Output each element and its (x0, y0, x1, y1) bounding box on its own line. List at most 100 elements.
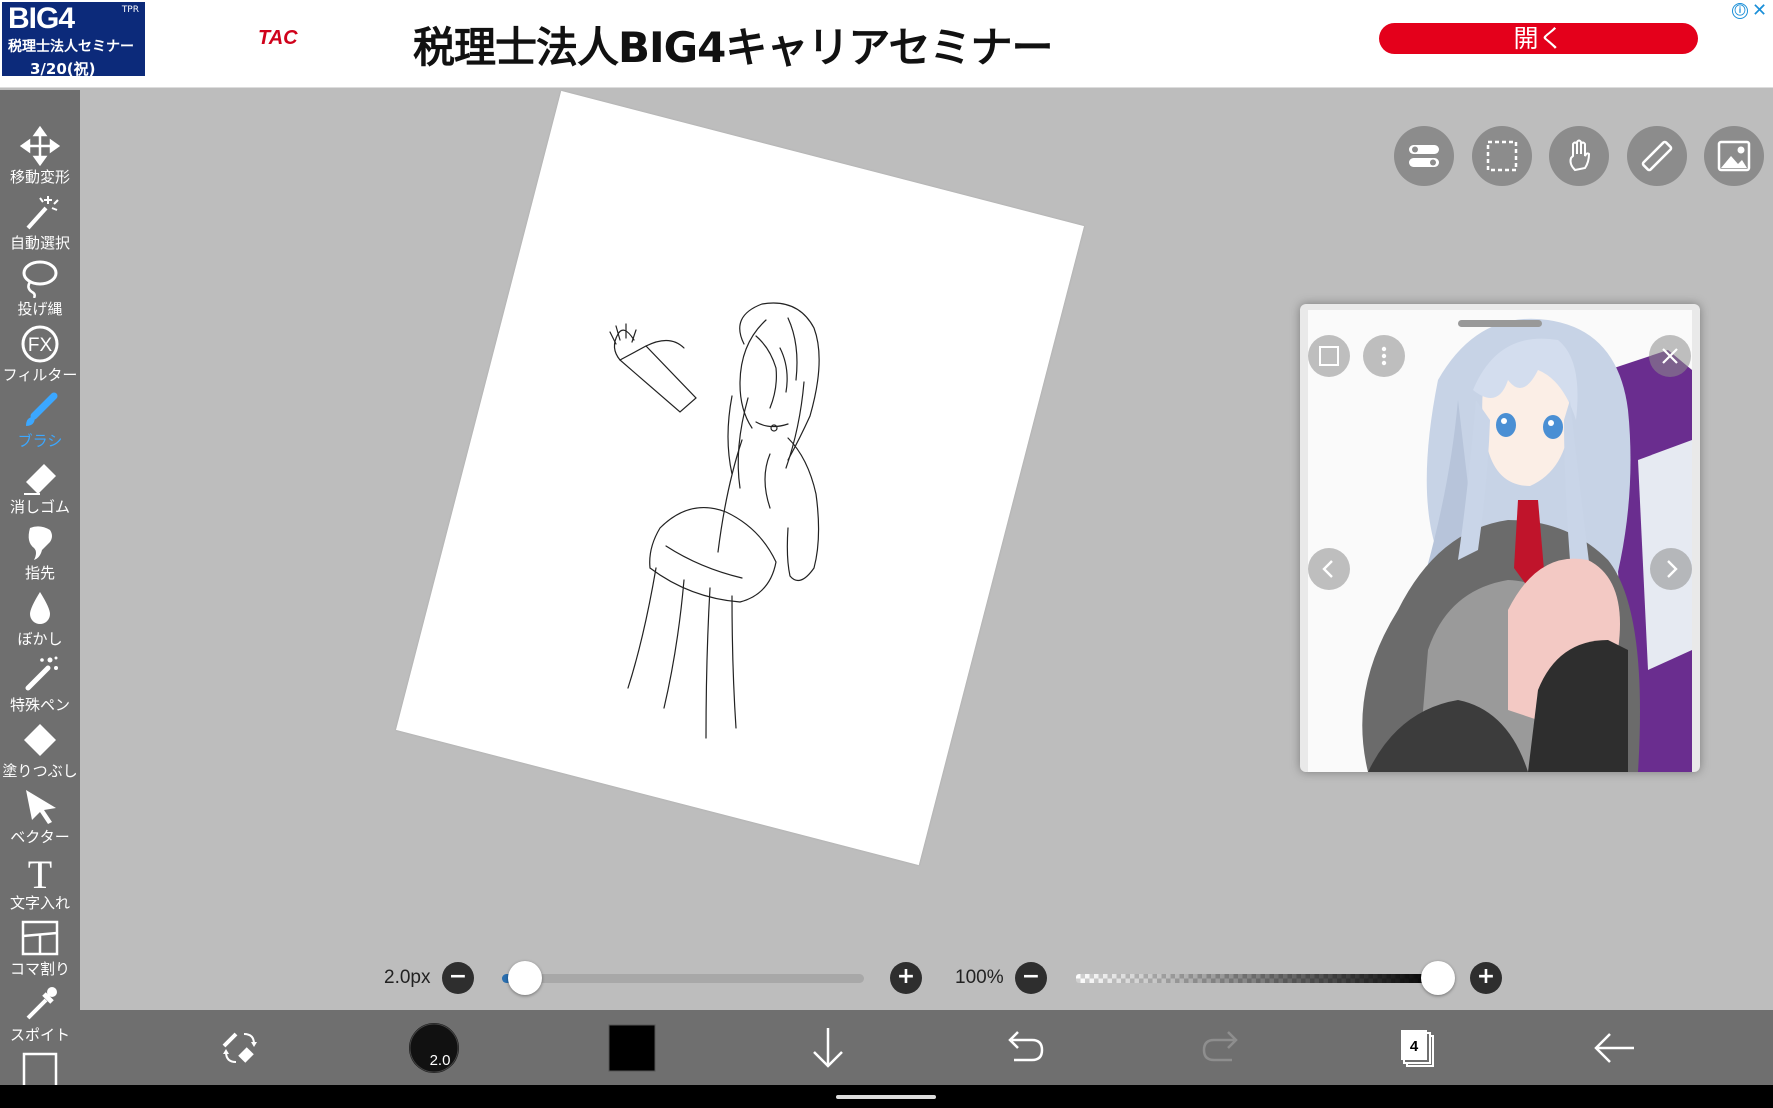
tool-label: ブラシ (17, 432, 63, 450)
reference-close-button[interactable] (1649, 335, 1691, 377)
redo-button[interactable] (1196, 1022, 1248, 1074)
reference-next-button[interactable] (1650, 548, 1692, 590)
selection-icon (1486, 140, 1518, 172)
ad-open-button[interactable]: 開く (1379, 23, 1698, 54)
move-icon (20, 126, 60, 166)
selection-button[interactable] (1472, 126, 1532, 186)
layer-toggle-button[interactable] (1394, 126, 1454, 186)
system-nav-bar (0, 1085, 1773, 1108)
ruler-icon (1641, 140, 1673, 172)
ad-headline[interactable]: 税理士法人BIG4キャリアセミナー (413, 14, 1053, 75)
reference-image-button[interactable] (1704, 126, 1764, 186)
tool-lasso[interactable]: 投げ縄 (0, 256, 80, 322)
reference-fit-button[interactable] (1308, 335, 1350, 377)
tool-frame-divider[interactable]: コマ割り (0, 916, 80, 982)
square-icon (1319, 346, 1339, 366)
tool-move-transform[interactable]: 移動変形 (0, 124, 80, 190)
chevron-left-icon (1322, 560, 1333, 578)
brush-preview-button[interactable]: 2.0 (408, 1022, 460, 1074)
tool-finger[interactable]: 指先 (0, 520, 80, 586)
bottom-toolbar: 2.0 4 (80, 1010, 1773, 1085)
tool-label: ぼかし (17, 630, 63, 648)
brush-size-slider[interactable] (502, 974, 864, 983)
opacity-decrease-button[interactable]: − (1015, 962, 1047, 994)
layer-count: 4 (1410, 1038, 1419, 1055)
reference-menu-button[interactable] (1363, 335, 1405, 377)
tool-blur[interactable]: ぼかし (0, 586, 80, 652)
ad-banner[interactable]: BIG4 TPR 税理士法人セミナー 3/20(祝) TAC 税理士法人BIG4… (0, 0, 1773, 88)
bucket-icon (24, 724, 56, 756)
brush-size-increase-button[interactable]: + (890, 962, 922, 994)
layers-button[interactable]: 4 (1391, 1022, 1443, 1074)
blur-icon (30, 592, 50, 624)
tool-brush[interactable]: ブラシ (0, 388, 80, 454)
eraser-icon (24, 464, 56, 495)
tool-label: 特殊ペン (9, 696, 70, 714)
home-indicator[interactable] (836, 1095, 936, 1099)
ad-thumb-subtitle: 税理士法人セミナー (8, 39, 134, 55)
ruler-button[interactable] (1627, 126, 1687, 186)
undo-button[interactable] (998, 1022, 1050, 1074)
finger-icon (28, 526, 52, 560)
app-window: BIG4 TPR 税理士法人セミナー 3/20(祝) TAC 税理士法人BIG4… (0, 0, 1773, 1108)
tool-label: 移動変形 (9, 168, 70, 186)
tool-fill[interactable]: 塗りつぶし (0, 718, 80, 784)
undo-icon (1008, 1031, 1044, 1062)
tool-label: ベクター (10, 828, 70, 846)
tool-auto-select[interactable]: 自動選択 (0, 190, 80, 256)
tool-label: フィルター (2, 366, 78, 384)
color-button[interactable] (606, 1022, 658, 1074)
tool-label: コマ割り (9, 960, 70, 978)
reference-prev-button[interactable] (1308, 548, 1350, 590)
opacity-increase-button[interactable]: + (1470, 962, 1502, 994)
fx-icon: FX (21, 325, 59, 363)
vector-icon (26, 790, 56, 824)
brush-preview-icon: 2.0 (409, 1023, 459, 1073)
lasso-icon (22, 260, 58, 298)
tool-vector[interactable]: ベクター (0, 784, 80, 850)
image-icon (1717, 140, 1751, 172)
tool-special-pen[interactable]: 特殊ペン (0, 652, 80, 718)
frame-icon (22, 1052, 58, 1085)
reference-drag-handle[interactable] (1458, 320, 1542, 327)
ad-info-icon[interactable]: ⓘ (1732, 3, 1748, 19)
frame-divider-icon (21, 920, 59, 956)
tool-filter[interactable]: FX フィルター (0, 322, 80, 388)
tool-text[interactable]: T 文字入れ (0, 850, 80, 916)
opacity-slider[interactable] (1076, 974, 1438, 983)
brush-preview-label: 2.0 (430, 1052, 451, 1069)
arrow-down-icon (813, 1028, 843, 1068)
tool-more-partial[interactable] (0, 1048, 80, 1085)
reference-window[interactable] (1300, 304, 1700, 772)
tool-eraser[interactable]: 消しゴム (0, 454, 80, 520)
eyedropper-icon (26, 987, 57, 1020)
tool-label: 文字入れ (9, 894, 70, 912)
brush-size-decrease-button[interactable]: − (442, 962, 474, 994)
back-button[interactable] (1588, 1022, 1640, 1074)
text-icon: T (28, 852, 52, 892)
ad-close-icon[interactable]: ✕ (1752, 0, 1767, 21)
swap-pen-eraser-icon (222, 1032, 257, 1063)
text-tool-glyph: T (28, 852, 52, 892)
chevron-right-icon (1667, 560, 1678, 578)
toggle-icon (1409, 145, 1439, 167)
more-vertical-icon (1381, 346, 1387, 366)
brush-icon (26, 392, 58, 426)
pen-eraser-swap-button[interactable] (214, 1022, 266, 1074)
hand-icon (1569, 139, 1591, 172)
brush-size-knob[interactable] (508, 961, 542, 995)
tool-sidebar: 移動変形 自動選択 投げ縄 FX フィルター ブラシ 消しゴム 指先 ぼかし 特… (0, 90, 80, 1085)
magic-wand-icon (26, 196, 59, 230)
ad-thumb-title: BIG4 (8, 2, 75, 35)
ad-thumbnail[interactable]: BIG4 TPR 税理士法人セミナー 3/20(祝) (2, 2, 145, 76)
download-button[interactable] (802, 1022, 854, 1074)
hand-button[interactable] (1549, 126, 1609, 186)
tool-label: 自動選択 (9, 234, 70, 252)
color-swatch-icon (608, 1024, 656, 1072)
ad-brand: TAC (258, 27, 298, 49)
tool-label: 指先 (24, 564, 55, 582)
tool-label: スポイト (9, 1026, 70, 1044)
tool-label: 塗りつぶし (2, 762, 78, 780)
opacity-knob[interactable] (1421, 961, 1455, 995)
tool-eyedropper[interactable]: スポイト (0, 982, 80, 1048)
